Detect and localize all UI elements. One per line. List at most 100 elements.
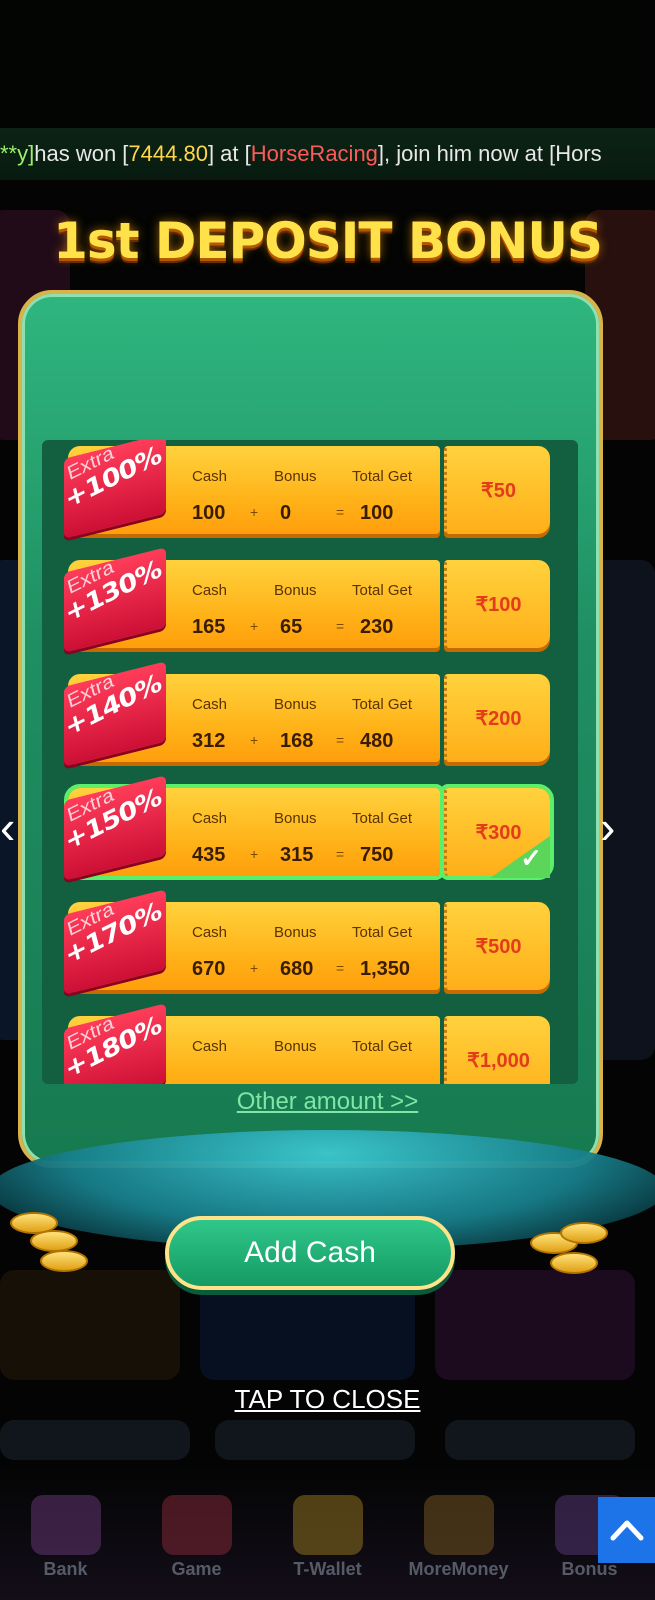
bonus-option-body[interactable]: Extra +140% Cash Bonus Total Get 312 +168 = 480 <box>62 661 440 767</box>
bonus-list[interactable]: Extra +100% Cash Bonus Total Get 100 +0 = 100 ₹50… <box>42 440 578 1084</box>
coins-decoration <box>530 1222 620 1292</box>
bank-icon <box>30 1495 101 1555</box>
scroll-to-top-button[interactable] <box>598 1497 655 1563</box>
nav-item-label: T-Wallet <box>293 1559 362 1579</box>
total-label: Total Get <box>352 468 413 485</box>
bonus-option-row[interactable]: Extra +180% Cash Bonus Total Get ₹1,000 <box>62 1003 552 1084</box>
coins-decoration <box>0 1212 90 1282</box>
coin <box>560 1222 608 1244</box>
cash-label: Cash <box>192 924 228 941</box>
total-value: 100 <box>360 502 394 524</box>
plus-sign: + <box>250 960 259 976</box>
nav-item-label: MoreMoney <box>408 1559 509 1579</box>
bonus-option-body[interactable]: Extra +170% Cash Bonus Total Get 670 +680 = 1,35… <box>62 889 440 995</box>
plus-sign: + <box>250 504 259 520</box>
tap-to-close-link[interactable]: TAP TO CLOSE <box>0 1384 655 1415</box>
cash-value: 670 <box>192 958 226 980</box>
bonus-breakdown: Cash Bonus Total Get 670 +680 = 1,350 <box>180 924 430 984</box>
plus-sign: + <box>250 618 259 634</box>
bottom-nav: Bank Game T-Wallet MoreMoney Bonus <box>0 1460 655 1600</box>
bonus-option-row[interactable]: Extra +150% Cash Bonus Total Get 435 +315 = 750 ₹… <box>62 775 554 881</box>
total-label: Total Get <box>352 696 413 713</box>
winner-marquee: **y] has won [ 7444.80 ] at [ HorseRacin… <box>0 128 655 180</box>
marquee-text: has won [ <box>34 141 129 166</box>
bonus-option-row[interactable]: Extra +100% Cash Bonus Total Get 100 +0 = 100 ₹50 <box>62 440 552 539</box>
other-amount-link[interactable]: Other amount >> <box>0 1088 655 1116</box>
slot-machine-icon <box>161 1495 232 1555</box>
bonus-option-row[interactable]: Extra +130% Cash Bonus Total Get 165 +65 = 230 ₹1… <box>62 547 552 653</box>
add-cash-button[interactable]: Add Cash <box>165 1216 455 1290</box>
bonus-label: Bonus <box>274 696 317 713</box>
bonus-label: Bonus <box>274 924 317 941</box>
cash-value: 100 <box>192 502 226 524</box>
price-tag[interactable]: ₹100 <box>444 560 550 648</box>
cash-label: Cash <box>192 468 228 485</box>
equals-sign: = <box>336 504 345 520</box>
bonus-option-body[interactable]: Extra +150% Cash Bonus Total Get 435 +315 = 750 <box>62 775 444 881</box>
cash-value: 312 <box>192 730 226 752</box>
arrow-up-icon <box>610 1520 643 1541</box>
price-value: ₹500 <box>475 935 522 958</box>
bonus-breakdown: Cash Bonus Total Get 435 +315 = 750 <box>180 810 430 870</box>
marquee-game: HorseRacing <box>250 141 378 166</box>
equals-sign: = <box>336 732 345 748</box>
price-tag[interactable]: ₹1,000 <box>444 1016 550 1084</box>
bonus-option-row[interactable]: Extra +170% Cash Bonus Total Get 670 +680 = 1,35… <box>62 889 552 995</box>
price-tag[interactable]: ₹200 <box>444 674 550 762</box>
cash-label: Cash <box>192 696 228 713</box>
chevron-right-icon[interactable]: › <box>600 800 615 854</box>
total-value: 480 <box>360 730 394 752</box>
bonus-label: Bonus <box>274 810 317 827</box>
share-icon <box>423 1495 494 1555</box>
chevron-left-icon[interactable]: ‹ <box>0 800 15 854</box>
total-value: 1,350 <box>360 958 411 980</box>
extra-ribbon: Extra +130% <box>62 547 166 653</box>
bonus-option-body[interactable]: Extra +100% Cash Bonus Total Get 100 +0 = 100 <box>62 440 440 539</box>
extra-ribbon: Extra +100% <box>62 440 166 539</box>
coin <box>40 1250 88 1272</box>
bonus-breakdown: Cash Bonus Total Get 312 +168 = 480 <box>180 696 430 756</box>
bonus-value: 65 <box>280 616 303 638</box>
bonus-option-row[interactable]: Extra +140% Cash Bonus Total Get 312 +168 = 480 ₹… <box>62 661 552 767</box>
extra-ribbon: Extra +150% <box>62 775 166 881</box>
nav-item-t-wallet[interactable]: T-Wallet <box>273 1495 383 1580</box>
price-value: ₹1,000 <box>467 1049 530 1072</box>
bonus-breakdown: Cash Bonus Total Get 165 +65 = 230 <box>180 582 430 642</box>
marquee-text: ], join him now at [Hors <box>377 141 602 166</box>
bonus-breakdown: Cash Bonus Total Get 100 +0 = 100 <box>180 468 430 528</box>
marquee-amount: 7444.80 <box>128 141 208 166</box>
price-tag[interactable]: ₹50 <box>444 446 550 534</box>
cash-label: Cash <box>192 810 228 827</box>
plus-sign: + <box>250 732 259 748</box>
bonus-value: 315 <box>280 844 314 866</box>
bonus-value: 168 <box>280 730 314 752</box>
bonus-option-body[interactable]: Extra +180% Cash Bonus Total Get <box>62 1003 440 1084</box>
total-label: Total Get <box>352 1038 413 1055</box>
extra-ribbon: Extra +180% <box>62 1003 166 1084</box>
total-label: Total Get <box>352 582 413 599</box>
bonus-label: Bonus <box>274 468 317 485</box>
bonus-label: Bonus <box>274 582 317 599</box>
extra-ribbon: Extra +140% <box>62 661 166 767</box>
bonus-value: 0 <box>280 502 292 524</box>
cash-label: Cash <box>192 582 228 599</box>
total-label: Total Get <box>352 924 413 941</box>
price-value: ₹50 <box>481 479 516 502</box>
price-value: ₹300 <box>475 821 522 844</box>
price-value: ₹100 <box>475 593 522 616</box>
cash-label: Cash <box>192 1038 228 1055</box>
total-value: 230 <box>360 616 394 638</box>
marquee-text: ] at [ <box>207 141 251 166</box>
nav-item-label: Bank <box>43 1559 88 1579</box>
nav-item-bank[interactable]: Bank <box>11 1495 121 1580</box>
nav-item-moremoney[interactable]: MoreMoney <box>404 1495 514 1580</box>
equals-sign: = <box>336 846 345 862</box>
total-label: Total Get <box>352 810 413 827</box>
price-tag[interactable]: ₹500 <box>444 902 550 990</box>
bonus-breakdown: Cash Bonus Total Get <box>180 1038 430 1084</box>
nav-item-game[interactable]: Game <box>142 1495 252 1580</box>
nav-item-label: Game <box>171 1559 222 1579</box>
bonus-option-body[interactable]: Extra +130% Cash Bonus Total Get 165 +65 = 230 <box>62 547 440 653</box>
extra-ribbon: Extra +170% <box>62 889 166 995</box>
wallet-icon <box>292 1495 363 1555</box>
